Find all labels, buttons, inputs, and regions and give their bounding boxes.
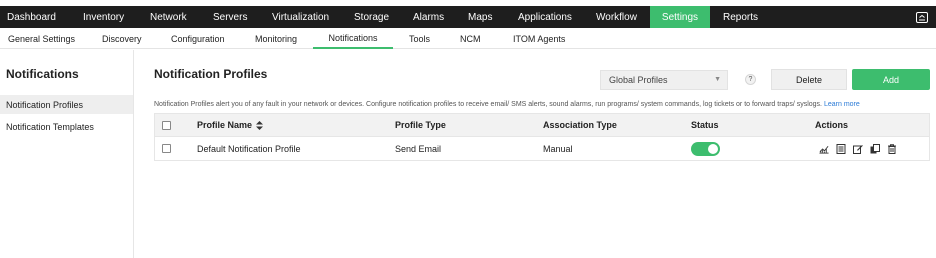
subnav-monitoring[interactable]: Monitoring <box>255 28 297 49</box>
page-title: Notification Profiles <box>154 67 268 81</box>
row-checkbox[interactable] <box>162 144 171 153</box>
delete-button[interactable]: Delete <box>771 69 847 90</box>
select-all-checkbox-cell <box>162 114 171 136</box>
nav-maps[interactable]: Maps <box>455 6 505 28</box>
nav-reports[interactable]: Reports <box>710 6 766 28</box>
sort-icon[interactable] <box>256 120 264 130</box>
subnav-ncm[interactable]: NCM <box>460 28 481 49</box>
subnav-itom-agents[interactable]: ITOM Agents <box>513 28 565 49</box>
toggle-knob <box>708 143 718 154</box>
profile-scope-select[interactable]: Global Profiles ▼ <box>600 70 728 90</box>
nav-alarms[interactable]: Alarms <box>400 6 455 28</box>
delete-icon[interactable] <box>887 143 897 154</box>
col-profile-type: Profile Type <box>395 120 446 130</box>
subnav-configuration[interactable]: Configuration <box>171 28 225 49</box>
col-profile-name[interactable]: Profile Name <box>197 114 264 136</box>
col-profile-name-label: Profile Name <box>197 120 253 130</box>
nav-network[interactable]: Network <box>137 6 200 28</box>
cell-profile-type: Send Email <box>395 143 442 154</box>
row-checkbox-cell <box>162 137 171 160</box>
subnav-discovery[interactable]: Discovery <box>102 28 142 49</box>
nav-storage[interactable]: Storage <box>341 6 400 28</box>
nav-applications[interactable]: Applications <box>505 6 583 28</box>
cell-profile-name[interactable]: Default Notification Profile <box>197 137 301 160</box>
details-icon[interactable] <box>836 143 846 154</box>
subnav-tools[interactable]: Tools <box>409 28 430 49</box>
edit-icon[interactable] <box>853 144 863 154</box>
sub-nav: General Settings Discovery Configuration… <box>0 28 936 49</box>
select-all-checkbox[interactable] <box>162 120 171 130</box>
sidebar-item-notification-profiles[interactable]: Notification Profiles <box>0 95 133 114</box>
row-actions <box>819 143 897 154</box>
add-button[interactable]: Add <box>852 69 930 90</box>
nav-dashboard[interactable]: Dashboard <box>0 6 70 28</box>
help-icon[interactable]: ? <box>745 74 756 85</box>
profiles-table: Profile Name Profile Type Association Ty… <box>154 113 930 161</box>
profile-scope-value: Global Profiles <box>609 75 668 85</box>
sidebar: Notifications Notification Profiles Noti… <box>0 50 134 258</box>
col-actions: Actions <box>815 120 849 130</box>
main-content: Notification Profiles Global Profiles ▼ … <box>134 50 936 258</box>
subnav-notifications[interactable]: Notifications <box>313 28 393 49</box>
page-description: Notification Profiles alert you of any f… <box>154 101 860 108</box>
nav-inventory[interactable]: Inventory <box>70 6 137 28</box>
cell-association-type: Manual <box>543 143 573 154</box>
col-status: Status <box>691 120 719 130</box>
table-row: Default Notification Profile Send Email … <box>154 137 930 161</box>
table-header: Profile Name Profile Type Association Ty… <box>154 113 930 137</box>
window-toggle-icon[interactable] <box>908 6 936 28</box>
status-toggle[interactable] <box>691 141 720 156</box>
report-chart-icon[interactable] <box>819 144 829 154</box>
description-text: Notification Profiles alert you of any f… <box>154 101 823 108</box>
main-nav: Dashboard Inventory Network Servers Virt… <box>0 6 936 28</box>
nav-workflow[interactable]: Workflow <box>583 6 650 28</box>
nav-settings[interactable]: Settings <box>650 6 710 28</box>
chevron-down-icon: ▼ <box>714 76 721 83</box>
nav-virtualization[interactable]: Virtualization <box>259 6 341 28</box>
nav-servers[interactable]: Servers <box>200 6 259 28</box>
sidebar-title: Notifications <box>6 67 79 81</box>
cell-status <box>691 137 720 160</box>
copy-icon[interactable] <box>870 143 880 154</box>
cell-actions <box>819 137 897 160</box>
learn-more-link[interactable]: Learn more <box>824 101 860 108</box>
col-association-type: Association Type <box>543 120 617 130</box>
subnav-general-settings[interactable]: General Settings <box>8 28 75 49</box>
sidebar-item-notification-templates[interactable]: Notification Templates <box>0 117 133 136</box>
